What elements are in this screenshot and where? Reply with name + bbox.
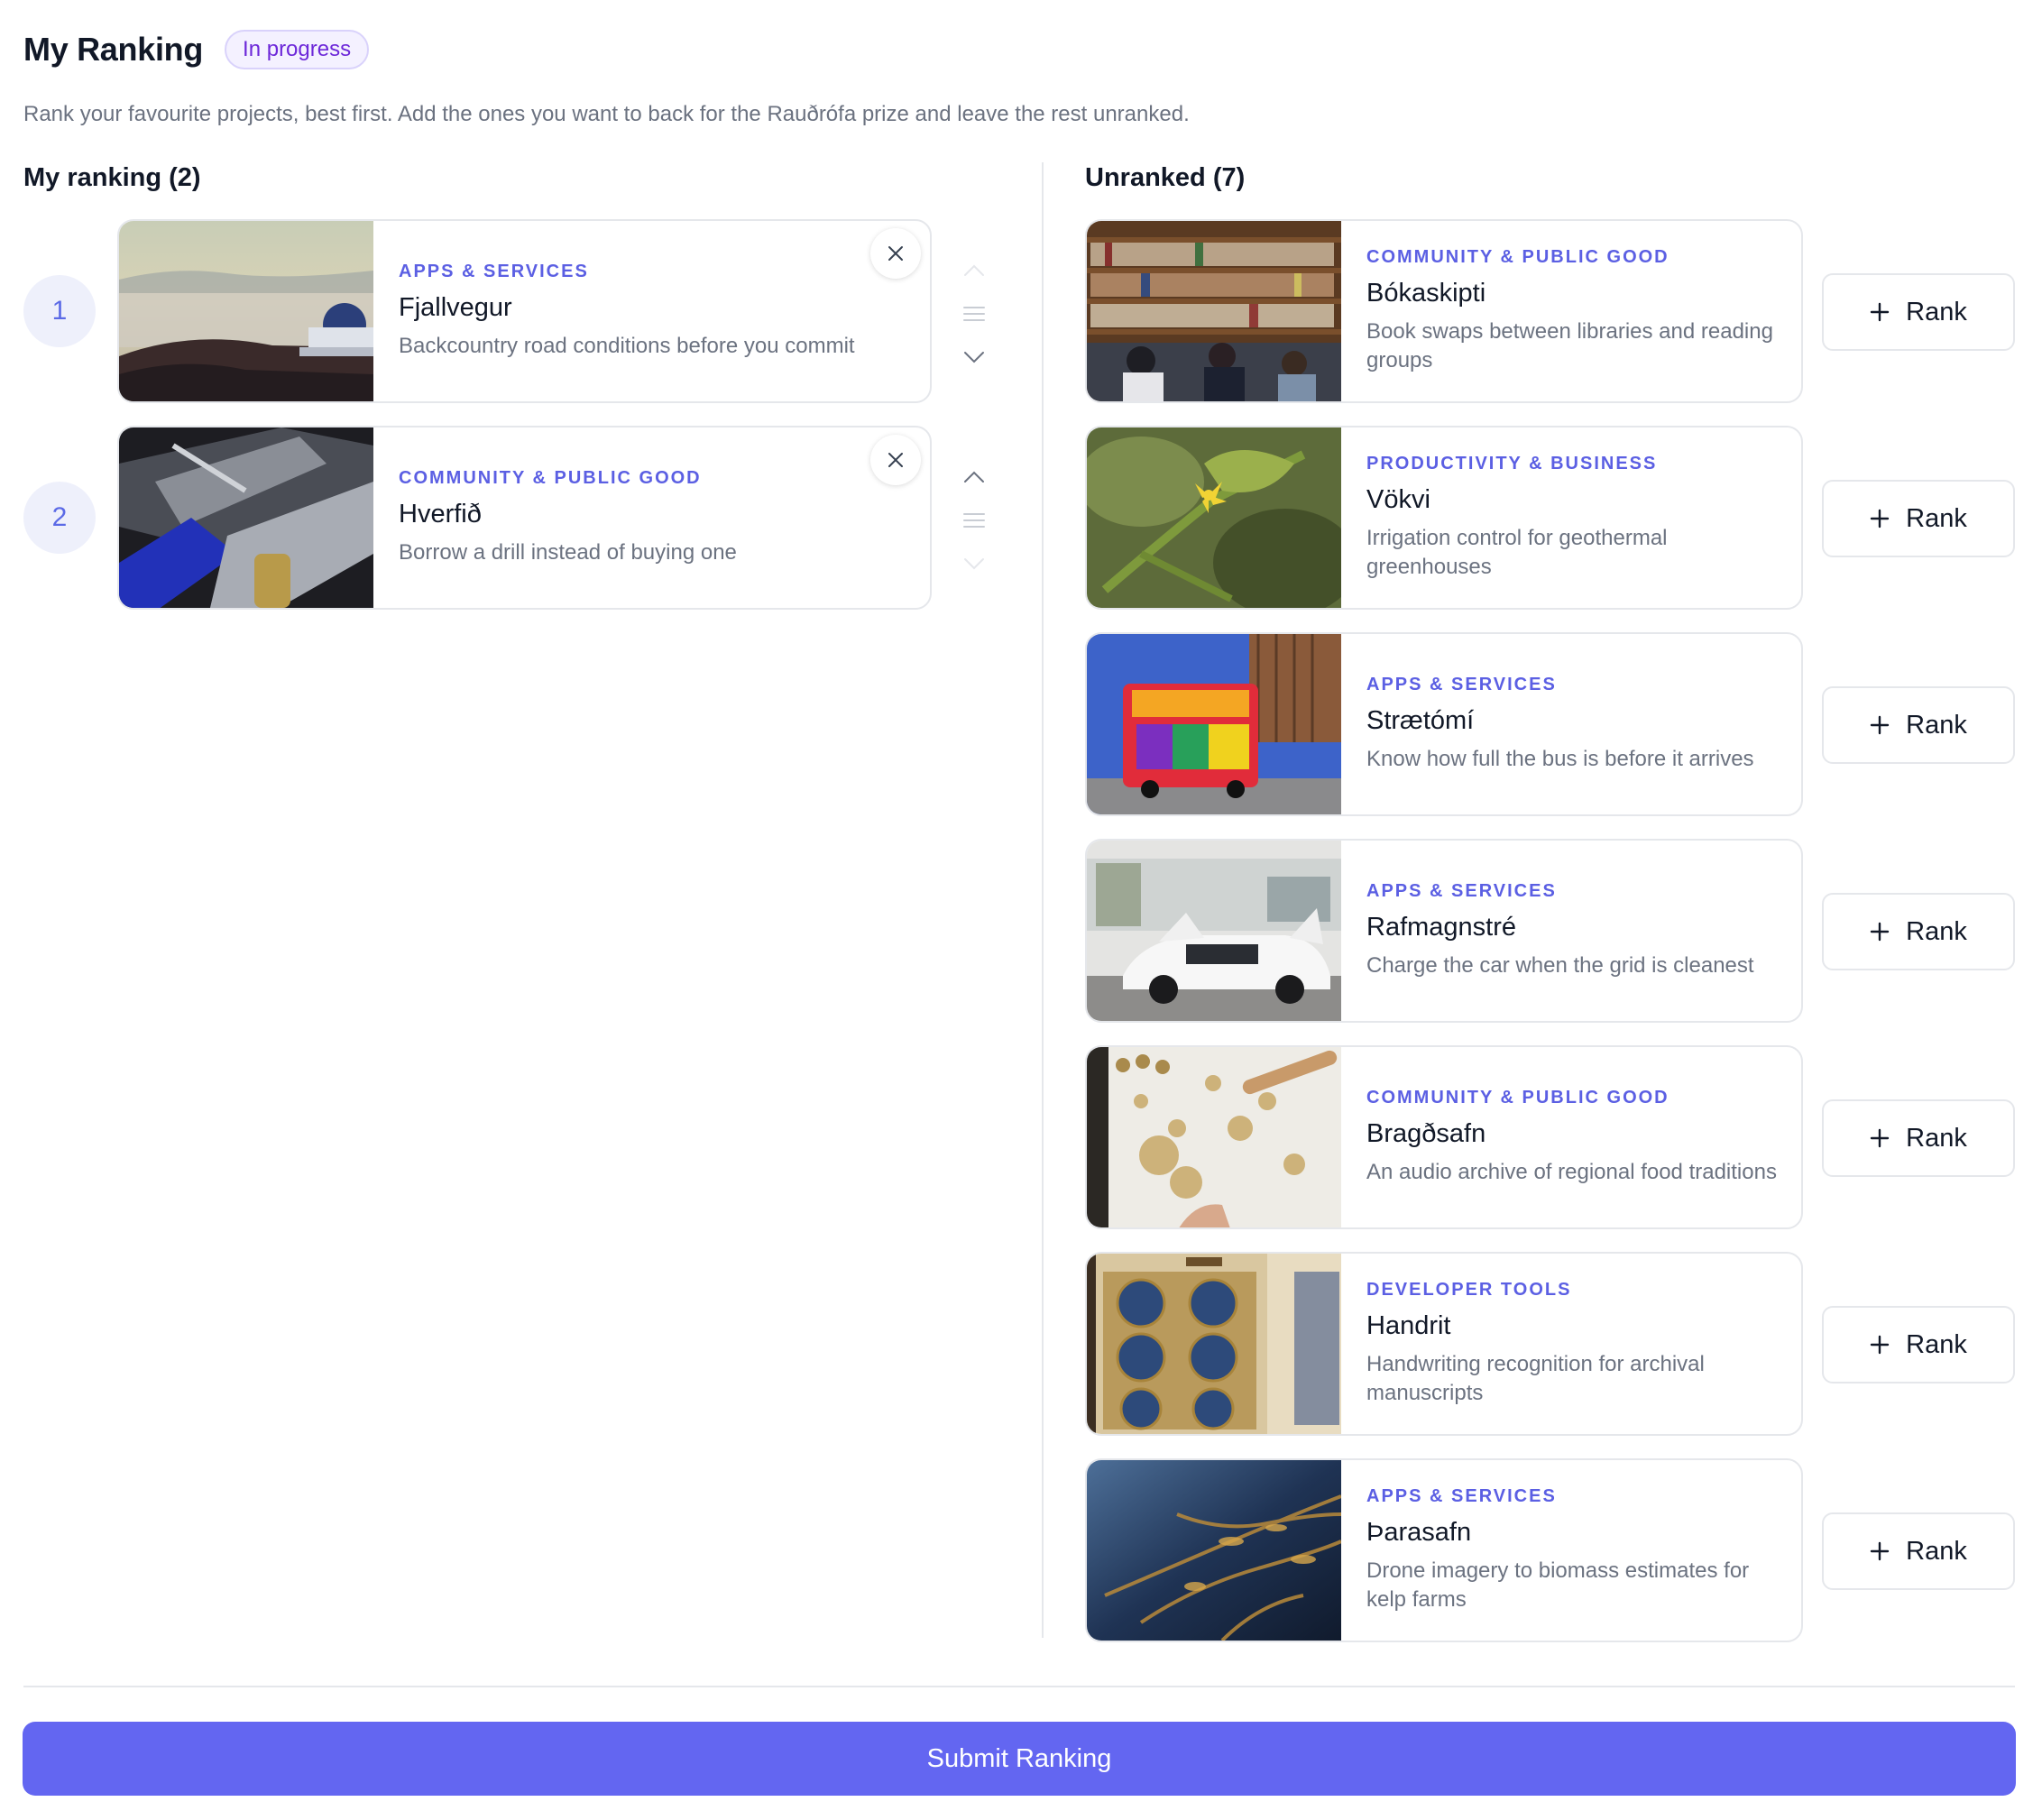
reorder-controls bbox=[959, 255, 989, 372]
project-category: APPS & SERVICES bbox=[399, 262, 589, 281]
footer-divider bbox=[23, 1686, 2015, 1687]
project-description: Handwriting recognition for archival man… bbox=[1366, 1352, 1705, 1405]
project-category: PRODUCTIVITY & BUSINESS bbox=[1366, 454, 1658, 473]
project-category: APPS & SERVICES bbox=[1366, 675, 1557, 694]
project-description: Irrigation control for geothermal greenh… bbox=[1366, 526, 1668, 579]
rank-button[interactable]: Rank bbox=[1822, 1306, 2015, 1383]
project-category: APPS & SERVICES bbox=[1366, 881, 1557, 901]
project-image bbox=[1087, 1047, 1341, 1227]
project-category: DEVELOPER TOOLS bbox=[1366, 1280, 1572, 1300]
project-category: COMMUNITY & PUBLIC GOOD bbox=[1366, 1088, 1669, 1108]
project-image bbox=[1087, 1460, 1341, 1641]
project-category: COMMUNITY & PUBLIC GOOD bbox=[399, 468, 702, 488]
rank-button-label: Rank bbox=[1906, 297, 1967, 326]
reorder-controls bbox=[959, 462, 989, 579]
move-up-button[interactable] bbox=[959, 255, 989, 286]
project-description: Book swaps between libraries and reading… bbox=[1366, 319, 1773, 372]
rank-button-label: Rank bbox=[1906, 503, 1967, 533]
rank-button-label: Rank bbox=[1906, 916, 1967, 946]
rank-button-label: Rank bbox=[1906, 1123, 1967, 1153]
project-description: Drone imagery to biomass estimates for k… bbox=[1366, 1558, 1750, 1612]
chevron-down-icon bbox=[964, 558, 984, 570]
status-badge: In progress bbox=[225, 30, 370, 69]
project-name: Bókaskipti bbox=[1366, 279, 1486, 308]
project-image bbox=[1087, 427, 1341, 608]
rank-button[interactable]: Rank bbox=[1822, 1512, 2015, 1590]
rank-number: 1 bbox=[23, 275, 96, 347]
plus-icon bbox=[1870, 509, 1890, 529]
unranked-card[interactable]: APPS & SERVICES Rafmagnstré Charge the c… bbox=[1085, 839, 1803, 1023]
plus-icon bbox=[1870, 1128, 1890, 1148]
move-down-button[interactable] bbox=[959, 548, 989, 579]
project-category: APPS & SERVICES bbox=[1366, 1486, 1557, 1506]
remove-button[interactable] bbox=[870, 435, 921, 485]
rank-number: 2 bbox=[23, 482, 96, 554]
unranked-card[interactable]: APPS & SERVICES Þarasafn Drone imagery t… bbox=[1085, 1458, 1803, 1642]
project-image bbox=[1087, 1254, 1341, 1434]
project-category: COMMUNITY & PUBLIC GOOD bbox=[1366, 247, 1669, 267]
drag-handle[interactable] bbox=[959, 299, 989, 329]
project-name: Bragðsafn bbox=[1366, 1119, 1486, 1148]
close-icon bbox=[888, 453, 903, 467]
project-name: Fjallvegur bbox=[399, 293, 512, 322]
ranked-heading: My ranking (2) bbox=[23, 163, 201, 192]
unranked-heading: Unranked (7) bbox=[1085, 163, 1246, 192]
column-divider bbox=[1042, 162, 1044, 1638]
project-image bbox=[1087, 221, 1341, 401]
rank-button[interactable]: Rank bbox=[1822, 893, 2015, 970]
chevron-up-icon bbox=[964, 471, 984, 483]
project-name: Þarasafn bbox=[1366, 1518, 1472, 1547]
move-down-button[interactable] bbox=[959, 342, 989, 372]
plus-icon bbox=[1870, 715, 1890, 735]
plus-icon bbox=[1870, 1541, 1890, 1561]
unranked-card[interactable]: COMMUNITY & PUBLIC GOOD Bókaskipti Book … bbox=[1085, 219, 1803, 403]
rank-button[interactable]: Rank bbox=[1822, 686, 2015, 764]
move-up-button[interactable] bbox=[959, 462, 989, 492]
page-header: My Ranking In progress bbox=[23, 27, 370, 72]
page-subtitle: Rank your favourite projects, best first… bbox=[23, 102, 1190, 126]
project-description: An audio archive of regional food tradit… bbox=[1366, 1160, 1777, 1184]
rank-button-label: Rank bbox=[1906, 1329, 1967, 1359]
project-name: Vökvi bbox=[1366, 485, 1430, 514]
unranked-card[interactable]: DEVELOPER TOOLS Handrit Handwriting reco… bbox=[1085, 1252, 1803, 1436]
plus-icon bbox=[1870, 922, 1890, 942]
project-name: Hverfið bbox=[399, 500, 482, 529]
rank-button[interactable]: Rank bbox=[1822, 273, 2015, 351]
drag-handle[interactable] bbox=[959, 505, 989, 536]
remove-button[interactable] bbox=[870, 228, 921, 279]
plus-icon bbox=[1870, 302, 1890, 322]
unranked-card[interactable]: COMMUNITY & PUBLIC GOOD Bragðsafn An aud… bbox=[1085, 1045, 1803, 1229]
project-name: Handrit bbox=[1366, 1311, 1451, 1340]
drag-handle-icon bbox=[963, 307, 985, 321]
ranked-card[interactable]: APPS & SERVICES Fjallvegur Backcountry r… bbox=[117, 219, 932, 403]
unranked-card[interactable]: PRODUCTIVITY & BUSINESS Vökvi Irrigation… bbox=[1085, 426, 1803, 610]
project-description: Know how full the bus is before it arriv… bbox=[1366, 747, 1754, 771]
project-image bbox=[119, 221, 373, 401]
submit-ranking-button[interactable]: Submit Ranking bbox=[23, 1722, 2016, 1796]
plus-icon bbox=[1870, 1335, 1890, 1355]
project-description: Charge the car when the grid is cleanest bbox=[1366, 953, 1754, 978]
close-icon bbox=[888, 246, 903, 261]
rank-button[interactable]: Rank bbox=[1822, 1099, 2015, 1177]
chevron-up-icon bbox=[964, 264, 984, 276]
project-name: Rafmagnstré bbox=[1366, 913, 1517, 942]
project-description: Borrow a drill instead of buying one bbox=[399, 540, 737, 565]
project-image bbox=[1087, 634, 1341, 814]
unranked-card[interactable]: APPS & SERVICES Strætómí Know how full t… bbox=[1085, 632, 1803, 816]
rank-button-label: Rank bbox=[1906, 710, 1967, 740]
drag-handle-icon bbox=[963, 513, 985, 528]
rank-button-label: Rank bbox=[1906, 1536, 1967, 1566]
page-title: My Ranking bbox=[23, 31, 204, 68]
project-image bbox=[119, 427, 373, 608]
project-description: Backcountry road conditions before you c… bbox=[399, 334, 855, 358]
project-name: Strætómí bbox=[1366, 706, 1475, 735]
chevron-down-icon bbox=[964, 352, 984, 363]
project-image bbox=[1087, 841, 1341, 1021]
rank-button[interactable]: Rank bbox=[1822, 480, 2015, 557]
ranked-card[interactable]: COMMUNITY & PUBLIC GOOD Hverfið Borrow a… bbox=[117, 426, 932, 610]
